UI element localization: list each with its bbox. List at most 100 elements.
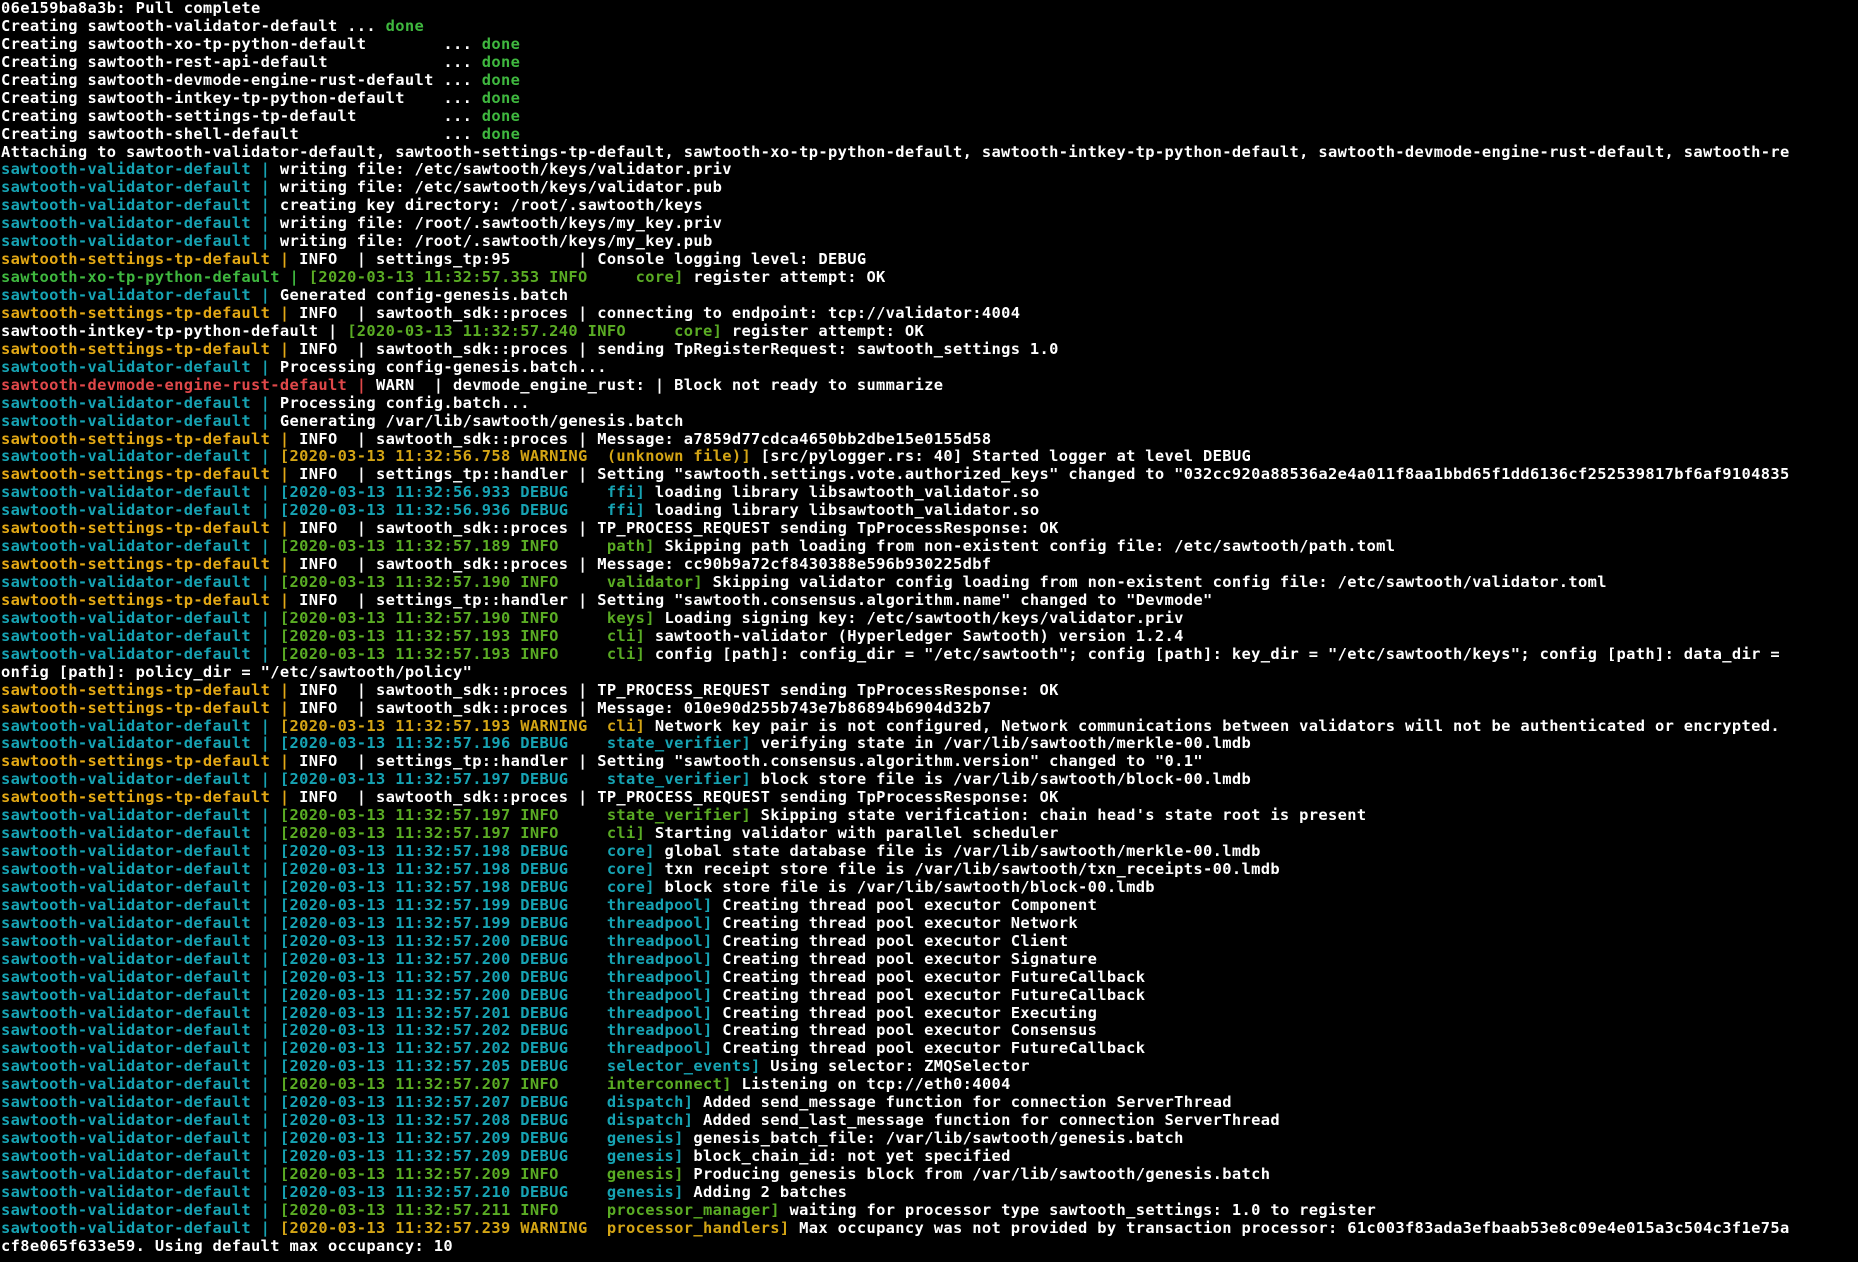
terminal-line: Creating sawtooth-rest-api-default ... d… [1, 54, 1858, 72]
terminal-line: Creating sawtooth-shell-default ... done [1, 126, 1858, 144]
terminal-line: sawtooth-settings-tp-default | INFO | sa… [1, 700, 1858, 718]
terminal-line: sawtooth-validator-default | [2020-03-13… [1, 807, 1858, 825]
terminal-text-segment: INFO | settings_tp:95 | Console logging … [299, 251, 867, 269]
terminal-text-segment: sawtooth-validator-default | [1, 932, 280, 950]
terminal-text-segment: sawtooth-validator-default | [1, 645, 280, 663]
terminal-line: sawtooth-validator-default | [2020-03-13… [1, 897, 1858, 915]
terminal-text-segment: INFO | settings_tp::handler | Setting "s… [299, 591, 1213, 609]
terminal-text-segment: Creating sawtooth-settings-tp-default ..… [1, 107, 482, 125]
terminal-text-segment: [2020-03-13 11:32:57.209 DEBUG genesis] [279, 1130, 694, 1148]
terminal-line: sawtooth-validator-default | [2020-03-13… [1, 718, 1858, 736]
terminal-text-segment: txn receipt store file is /var/lib/sawto… [664, 861, 1280, 878]
terminal-text-segment: Attaching to sawtooth-validator-default,… [1, 143, 1790, 161]
terminal-line: Creating sawtooth-validator-default ... … [1, 18, 1858, 36]
terminal-text-segment: [2020-03-13 11:32:57.200 DEBUG threadpoo… [279, 932, 723, 950]
terminal-text-segment: sawtooth-validator-default | [1, 843, 280, 861]
terminal-line: sawtooth-validator-default | [2020-03-13… [1, 843, 1858, 861]
terminal-text-segment: sawtooth-validator-default | [1, 1112, 280, 1130]
terminal-line: sawtooth-validator-default | writing fil… [1, 233, 1858, 251]
terminal-text-segment: [2020-03-13 11:32:57.199 DEBUG threadpoo… [279, 914, 723, 932]
terminal-line: cf8e065f633e59. Using default max occupa… [1, 1238, 1858, 1256]
terminal-text-segment: Loading signing key: /etc/sawtooth/keys/… [664, 609, 1184, 627]
terminal-output[interactable]: 06e159ba8a3b: Pull complete Creating sawt… [0, 0, 1858, 1262]
terminal-line: Creating sawtooth-settings-tp-default ..… [1, 108, 1858, 126]
terminal-text-segment: Creating thread pool executor FutureCall… [722, 986, 1146, 1004]
terminal-text-segment: sawtooth-validator-default | [1, 771, 280, 789]
terminal-text-segment: [2020-03-13 11:32:57.190 INFO validator] [279, 574, 713, 591]
terminal-text-segment: sawtooth-validator-default | [1, 287, 280, 304]
terminal-line: sawtooth-validator-default | [2020-03-13… [1, 879, 1858, 897]
terminal-text-segment: Skipping validator config loading from n… [712, 574, 1607, 591]
terminal-text-segment: sawtooth-validator-default | [1, 1040, 280, 1058]
terminal-line: sawtooth-validator-default | [2020-03-13… [1, 969, 1858, 987]
terminal-text-segment: done [385, 17, 425, 35]
terminal-text-segment: INFO | sawtooth_sdk::proces | Message: c… [299, 556, 992, 574]
terminal-text-segment: sawtooth-settings-tp-default | [1, 304, 300, 322]
terminal-line: sawtooth-validator-default | [2020-03-13… [1, 1112, 1858, 1130]
terminal-text-segment: block_chain_id: not yet specified [693, 1148, 1011, 1165]
terminal-text-segment: [2020-03-13 11:32:57.239 WARNING process… [279, 1219, 800, 1237]
terminal-line: sawtooth-validator-default | [2020-03-13… [1, 538, 1858, 556]
terminal-text-segment: sawtooth-validator-default | [1, 717, 280, 735]
terminal-text-segment: sawtooth-validator-default | [1, 484, 280, 502]
terminal-text-segment: [2020-03-13 11:32:57.201 DEBUG threadpoo… [279, 1004, 723, 1022]
terminal-text-segment: sawtooth-settings-tp-default | [1, 789, 300, 807]
terminal-text-segment: sawtooth-validator-default | [1, 161, 280, 179]
terminal-line: sawtooth-validator-default | writing fil… [1, 179, 1858, 197]
terminal-text-segment: Creating thread pool executor Client [722, 932, 1069, 950]
terminal-line: sawtooth-validator-default | [2020-03-13… [1, 735, 1858, 753]
terminal-text-segment: [2020-03-13 11:32:57.200 DEBUG threadpoo… [279, 950, 723, 968]
terminal-text-segment: sawtooth-validator-default | [1, 1022, 280, 1040]
terminal-text-segment: Creating thread pool executor Component [722, 896, 1098, 914]
terminal-text-segment: sawtooth-validator-default | [1, 914, 280, 932]
terminal-text-segment: sawtooth-xo-tp-python-default | [1, 269, 309, 287]
terminal-text-segment: Listening on tcp://eth0:4004 [741, 1076, 1011, 1094]
terminal-text-segment: Creating sawtooth-xo-tp-python-default .… [1, 35, 482, 53]
terminal-text-segment: creating key directory: /root/.sawtooth/… [279, 197, 703, 215]
terminal-text-segment: Starting validator with parallel schedul… [654, 825, 1059, 843]
terminal-text-segment: [2020-03-13 11:32:57.208 DEBUG dispatch] [279, 1112, 703, 1130]
terminal-text-segment: sawtooth-validator-default | [1, 1130, 280, 1148]
terminal-line: sawtooth-settings-tp-default | INFO | se… [1, 592, 1858, 610]
terminal-line: sawtooth-validator-default | [2020-03-13… [1, 1005, 1858, 1023]
terminal-text-segment: sawtooth-settings-tp-default | [1, 753, 300, 771]
terminal-text-segment: Creating thread pool executor FutureCall… [722, 968, 1146, 986]
terminal-text-segment: Generated config-genesis.batch [279, 287, 569, 304]
terminal-text-segment: sawtooth-validator-default | [1, 179, 280, 197]
terminal-text-segment: Creating sawtooth-intkey-tp-python-defau… [1, 89, 482, 107]
terminal-text-segment: Network key pair is not configured, Netw… [654, 717, 1780, 735]
terminal-line: sawtooth-validator-default | [2020-03-13… [1, 610, 1858, 628]
terminal-text-segment: Producing genesis block from /var/lib/sa… [693, 1165, 1271, 1183]
terminal-line: sawtooth-validator-default | Generating … [1, 413, 1858, 431]
terminal-text-segment: sawtooth-settings-tp-default | [1, 556, 300, 574]
terminal-text-segment: Creating thread pool executor Signature [722, 950, 1098, 968]
terminal-text-segment: Max occupancy was not provided by transa… [799, 1219, 1790, 1237]
terminal-text-segment: INFO | settings_tp::handler | Setting "s… [299, 753, 1204, 771]
terminal-text-segment: sawtooth-validator-default | [1, 861, 280, 878]
terminal-text-segment: Processing config-genesis.batch... [279, 358, 607, 376]
terminal-text-segment: sawtooth-validator-default | [1, 986, 280, 1004]
terminal-text-segment: sawtooth-validator-default | [1, 735, 280, 753]
terminal-line: sawtooth-settings-tp-default | INFO | se… [1, 753, 1858, 771]
terminal-text-segment: sawtooth-validator-default | [1, 609, 280, 627]
terminal-text-segment: sawtooth-validator-default | [1, 215, 280, 233]
terminal-text-segment: INFO | sawtooth_sdk::proces | TP_PROCESS… [299, 520, 1059, 538]
terminal-text-segment: sawtooth-validator-default | [1, 1076, 280, 1094]
terminal-text-segment: INFO | settings_tp::handler | Setting "s… [299, 466, 1790, 484]
terminal-text-segment: sawtooth-validator-default | [1, 502, 280, 520]
terminal-text-segment: sawtooth-validator-default | [1, 878, 280, 896]
terminal-text-segment: sawtooth-validator-default | [1, 968, 280, 986]
terminal-text-segment: [2020-03-13 11:32:57.197 DEBUG state_ver… [279, 771, 761, 789]
terminal-text-segment: Generating /var/lib/sawtooth/genesis.bat… [279, 412, 684, 430]
terminal-text-segment: loading library libsawtooth_validator.so [654, 502, 1040, 520]
terminal-text-segment: [2020-03-13 11:32:57.197 INFO state_veri… [279, 807, 761, 825]
terminal-line: sawtooth-validator-default | [2020-03-13… [1, 1220, 1858, 1238]
terminal-text-segment: sawtooth-validator (Hyperledger Sawtooth… [654, 627, 1184, 645]
terminal-text-segment: Added send_last_message function for con… [702, 1112, 1280, 1130]
terminal-text-segment: [2020-03-13 11:32:57.193 INFO cli] [279, 627, 655, 645]
terminal-line: sawtooth-validator-default | [2020-03-13… [1, 1022, 1858, 1040]
terminal-text-segment: sawtooth-devmode-engine-rust-default | [1, 376, 377, 394]
terminal-line: sawtooth-settings-tp-default | INFO | sa… [1, 520, 1858, 538]
terminal-line: sawtooth-validator-default | [2020-03-13… [1, 646, 1858, 664]
terminal-text-segment: sawtooth-validator-default | [1, 538, 280, 556]
